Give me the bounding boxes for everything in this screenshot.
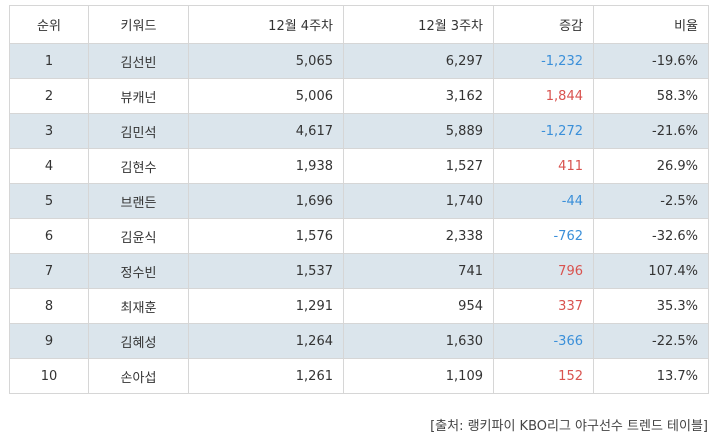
cell-change: -44 — [493, 183, 594, 219]
cell-rank: 1 — [9, 43, 89, 79]
cell-ratio: -21.6% — [593, 113, 709, 149]
cell-keyword: 김현수 — [88, 148, 189, 184]
cell-rank: 7 — [9, 253, 89, 289]
table-row: 2 뷰캐넌 5,006 3,162 1,844 58.3% — [9, 78, 709, 114]
table-row: 3 김민석 4,617 5,889 -1,272 -21.6% — [9, 113, 709, 149]
cell-rank: 9 — [9, 323, 89, 359]
table-row: 1 김선빈 5,065 6,297 -1,232 -19.6% — [9, 43, 709, 79]
cell-week4: 1,261 — [188, 358, 344, 394]
cell-week4: 1,291 — [188, 288, 344, 324]
cell-week3: 1,527 — [343, 148, 494, 184]
table-row: 10 손아섭 1,261 1,109 152 13.7% — [9, 358, 709, 394]
cell-week4: 4,617 — [188, 113, 344, 149]
cell-ratio: 13.7% — [593, 358, 709, 394]
cell-change: -1,272 — [493, 113, 594, 149]
trend-table: 순위 키워드 12월 4주차 12월 3주차 증감 비율 1 김선빈 5,065 6,… — [9, 5, 709, 394]
cell-week3: 2,338 — [343, 218, 494, 254]
cell-week3: 1,630 — [343, 323, 494, 359]
cell-keyword: 김윤식 — [88, 218, 189, 254]
page: 순위 키워드 12월 4주차 12월 3주차 증감 비율 1 김선빈 5,065 6,… — [0, 0, 717, 446]
cell-week3: 6,297 — [343, 43, 494, 79]
cell-change: 337 — [493, 288, 594, 324]
header-keyword: 키워드 — [88, 5, 189, 44]
cell-keyword: 김민석 — [88, 113, 189, 149]
cell-ratio: 26.9% — [593, 148, 709, 184]
cell-week3: 954 — [343, 288, 494, 324]
table-body: 1 김선빈 5,065 6,297 -1,232 -19.6% 2 뷰캐넌 5,006 3,162… — [9, 43, 709, 394]
cell-ratio: -22.5% — [593, 323, 709, 359]
cell-change: 152 — [493, 358, 594, 394]
cell-keyword: 손아섭 — [88, 358, 189, 394]
cell-keyword: 김선빈 — [88, 43, 189, 79]
cell-keyword: 정수빈 — [88, 253, 189, 289]
header-week4: 12월 4주차 — [188, 5, 344, 44]
header-row: 순위 키워드 12월 4주차 12월 3주차 증감 비율 — [9, 5, 709, 44]
cell-week3: 3,162 — [343, 78, 494, 114]
cell-keyword: 뷰캐넌 — [88, 78, 189, 114]
cell-change: 411 — [493, 148, 594, 184]
cell-week4: 1,696 — [188, 183, 344, 219]
cell-change: 796 — [493, 253, 594, 289]
cell-week4: 1,264 — [188, 323, 344, 359]
header-rank: 순위 — [9, 5, 89, 44]
cell-week4: 1,537 — [188, 253, 344, 289]
cell-change: -1,232 — [493, 43, 594, 79]
cell-change: -366 — [493, 323, 594, 359]
cell-week3: 5,889 — [343, 113, 494, 149]
cell-ratio: -32.6% — [593, 218, 709, 254]
source-caption: [출처: 랭키파이 KBO리그 야구선수 트렌드 테이블] — [430, 419, 708, 434]
cell-keyword: 브랜든 — [88, 183, 189, 219]
table-row: 4 김현수 1,938 1,527 411 26.9% — [9, 148, 709, 184]
cell-week3: 741 — [343, 253, 494, 289]
table-row: 6 김윤식 1,576 2,338 -762 -32.6% — [9, 218, 709, 254]
cell-week4: 1,576 — [188, 218, 344, 254]
cell-rank: 6 — [9, 218, 89, 254]
table-row: 8 최재훈 1,291 954 337 35.3% — [9, 288, 709, 324]
cell-rank: 5 — [9, 183, 89, 219]
table-row: 5 브랜든 1,696 1,740 -44 -2.5% — [9, 183, 709, 219]
cell-rank: 4 — [9, 148, 89, 184]
cell-week3: 1,740 — [343, 183, 494, 219]
cell-week4: 5,006 — [188, 78, 344, 114]
cell-ratio: 35.3% — [593, 288, 709, 324]
table-row: 7 정수빈 1,537 741 796 107.4% — [9, 253, 709, 289]
cell-rank: 3 — [9, 113, 89, 149]
header-change: 증감 — [493, 5, 594, 44]
cell-week4: 1,938 — [188, 148, 344, 184]
cell-week4: 5,065 — [188, 43, 344, 79]
table-row: 9 김혜성 1,264 1,630 -366 -22.5% — [9, 323, 709, 359]
cell-keyword: 최재훈 — [88, 288, 189, 324]
cell-change: 1,844 — [493, 78, 594, 114]
cell-rank: 2 — [9, 78, 89, 114]
cell-change: -762 — [493, 218, 594, 254]
header-week3: 12월 3주차 — [343, 5, 494, 44]
cell-ratio: -2.5% — [593, 183, 709, 219]
cell-rank: 10 — [9, 358, 89, 394]
cell-keyword: 김혜성 — [88, 323, 189, 359]
cell-ratio: -19.6% — [593, 43, 709, 79]
cell-ratio: 107.4% — [593, 253, 709, 289]
cell-week3: 1,109 — [343, 358, 494, 394]
header-ratio: 비율 — [593, 5, 709, 44]
cell-rank: 8 — [9, 288, 89, 324]
cell-ratio: 58.3% — [593, 78, 709, 114]
table-header: 순위 키워드 12월 4주차 12월 3주차 증감 비율 — [9, 5, 709, 44]
